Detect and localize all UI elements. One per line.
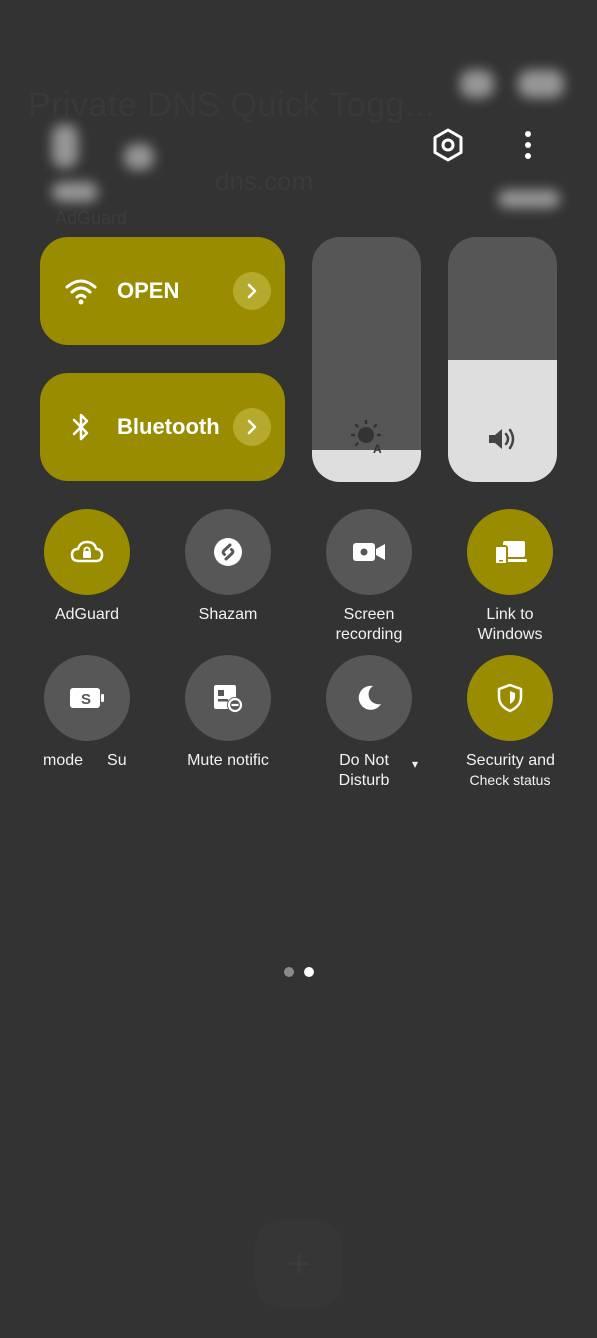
- security-status: Check status: [469, 772, 551, 788]
- blurred-status-icon: [52, 124, 78, 168]
- adguard-label: AdGuard: [54, 606, 120, 623]
- chevron-right-icon: [247, 283, 257, 299]
- bluetooth-icon: [64, 410, 98, 444]
- background-app-label: AdGuard: [55, 208, 128, 228]
- do-not-disturb-label: Do Not Disturb: [338, 752, 390, 789]
- mute-notifications-label: Mute notific: [187, 752, 269, 769]
- bluetooth-label: Bluetooth: [117, 414, 220, 439]
- shield-icon: [467, 655, 553, 741]
- mute-notifications-tile[interactable]: Mute notific: [168, 655, 288, 771]
- auto-brightness-icon: A: [312, 420, 421, 454]
- shazam-tile[interactable]: Shazam: [168, 509, 288, 625]
- wifi-label: OPEN: [117, 278, 180, 303]
- settings-icon[interactable]: [428, 125, 468, 165]
- background-app-subtitle: dns.com: [215, 166, 314, 196]
- brightness-level-fill: [312, 450, 421, 482]
- page-dot-current[interactable]: [304, 967, 314, 977]
- dropdown-arrow-icon[interactable]: ▾: [412, 757, 418, 771]
- security-label: Security and: [466, 752, 555, 769]
- security-tile[interactable]: Security and Check status: [450, 655, 570, 789]
- page-dot[interactable]: [284, 967, 294, 977]
- svg-text:S: S: [81, 691, 91, 708]
- battery-saver-label: mode Su: [43, 752, 127, 769]
- do-not-disturb-tile[interactable]: Do Not Disturb ▾: [309, 655, 429, 791]
- more-options-icon[interactable]: [512, 125, 544, 165]
- chevron-right-icon: [247, 419, 257, 435]
- link-to-windows-icon: [467, 509, 553, 595]
- blurred-status-icon: [52, 182, 98, 202]
- link-to-windows-label: Link to Windows: [477, 606, 543, 643]
- adguard-tile[interactable]: AdGuard: [27, 509, 147, 625]
- wifi-expand-button[interactable]: [233, 272, 271, 310]
- blurred-status-icon: [460, 70, 494, 98]
- blurred-status-icon: [124, 144, 154, 170]
- screen-recording-tile[interactable]: Screen recording: [309, 509, 429, 645]
- moon-icon: [326, 655, 412, 741]
- svg-text:A: A: [373, 442, 382, 454]
- mute-notifications-icon: [185, 655, 271, 741]
- battery-saver-icon: S: [44, 655, 130, 741]
- battery-saver-tile[interactable]: S mode Su: [27, 655, 147, 771]
- blurred-status-icon: [498, 190, 560, 208]
- volume-icon: [448, 424, 557, 454]
- cloud-lock-icon: [44, 509, 130, 595]
- background-add-icon: +: [255, 1220, 343, 1308]
- blurred-status-icon: [518, 70, 564, 98]
- screen-recording-label: Screen recording: [335, 606, 403, 643]
- link-to-windows-tile[interactable]: Link to Windows: [450, 509, 570, 645]
- shazam-icon: [185, 509, 271, 595]
- volume-slider[interactable]: [448, 237, 557, 482]
- wifi-icon: [64, 274, 98, 308]
- volume-level-fill: [448, 359, 557, 482]
- page-indicator: [284, 967, 314, 977]
- background-app-title: Private DNS Quick Togg...: [28, 86, 435, 124]
- shazam-label: Shazam: [198, 606, 258, 623]
- bluetooth-tile[interactable]: Bluetooth: [40, 373, 285, 481]
- video-camera-icon: [326, 509, 412, 595]
- bluetooth-expand-button[interactable]: [233, 408, 271, 446]
- wifi-tile[interactable]: OPEN: [40, 237, 285, 345]
- brightness-slider[interactable]: A: [312, 237, 421, 482]
